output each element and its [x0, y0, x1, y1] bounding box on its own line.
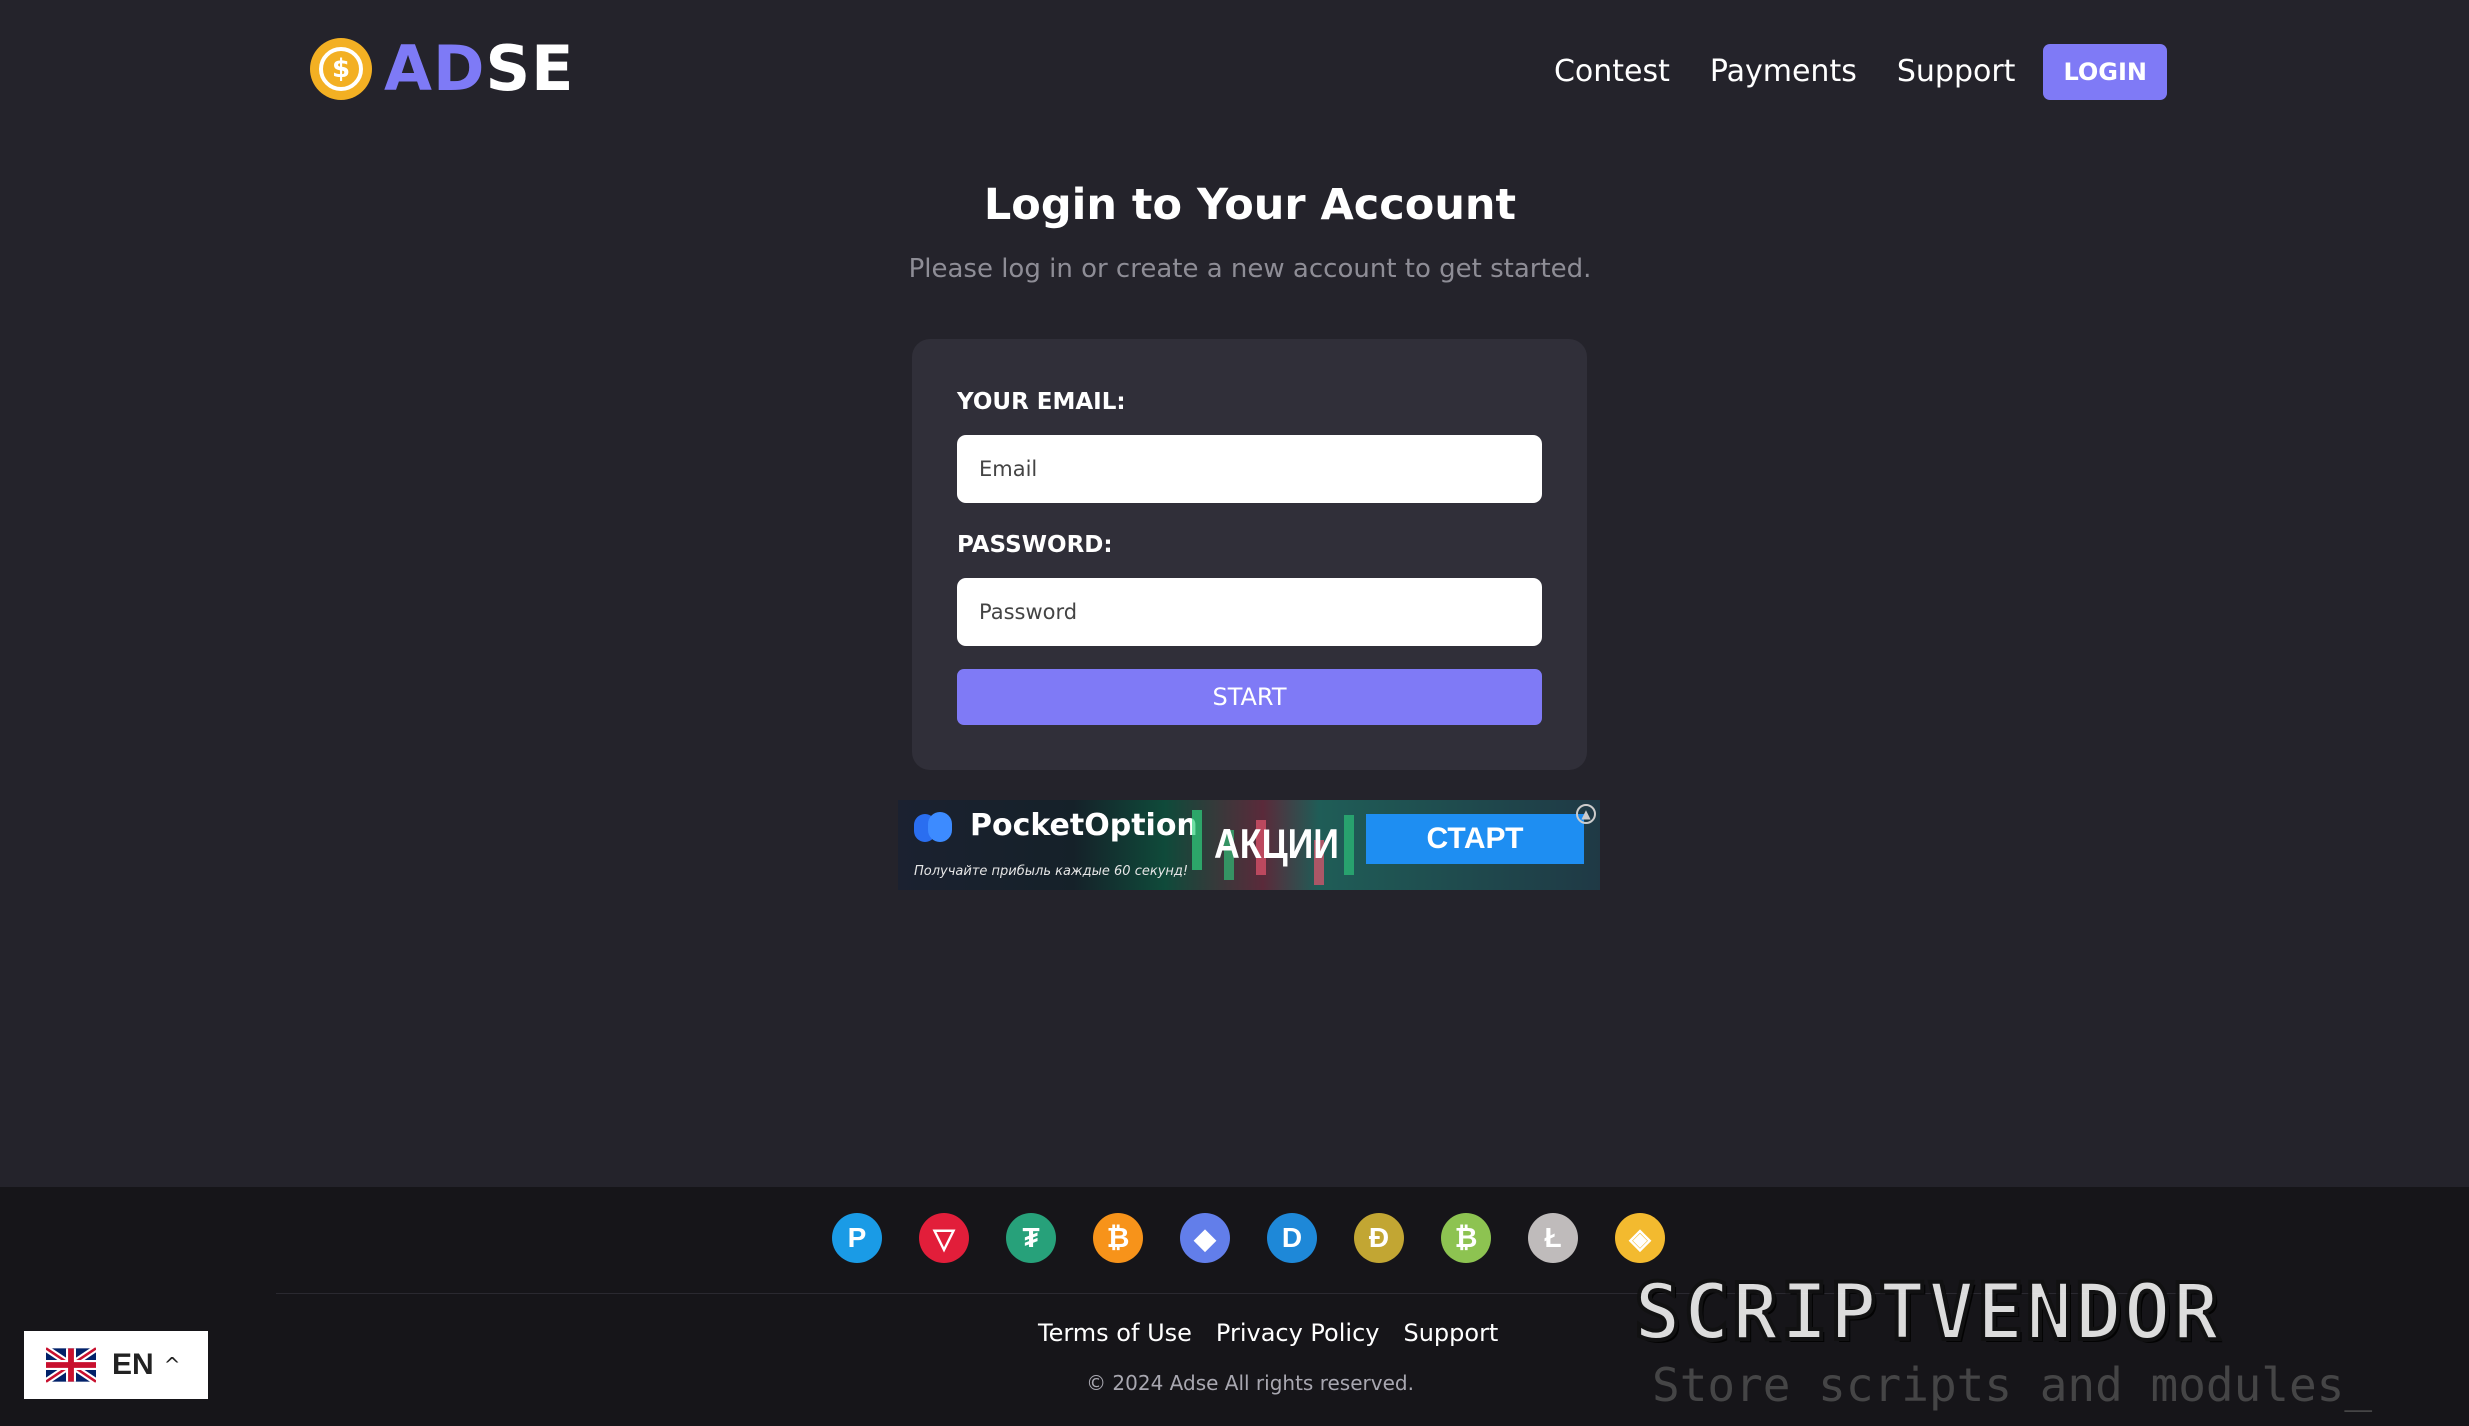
logo-prefix: AD	[384, 32, 486, 105]
footer-links: Terms of Use Privacy Policy Support	[1038, 1319, 1522, 1347]
bitcoin-icon: ₿	[1093, 1213, 1143, 1263]
crypto-icons: P ▽ ₮ ₿ ◆ D Ð ₿ Ł ◈	[832, 1213, 1702, 1263]
tron-icon: ▽	[919, 1213, 969, 1263]
ad-brand: PocketOption	[970, 808, 1198, 843]
privacy-link[interactable]: Privacy Policy	[1216, 1319, 1380, 1347]
coin-icon: $	[310, 38, 372, 100]
terms-link[interactable]: Terms of Use	[1038, 1319, 1192, 1347]
logo[interactable]: $ ADSE	[310, 38, 574, 100]
login-button[interactable]: LOGIN	[2043, 44, 2167, 100]
nav-contest[interactable]: Contest	[1554, 42, 1670, 102]
ad-promo: АКЦИИ	[1214, 820, 1339, 867]
logo-suffix: SE	[485, 32, 575, 105]
password-label: PASSWORD:	[957, 532, 1113, 558]
page: $ ADSE Contest Payments Support LOGIN Lo…	[0, 0, 2469, 1426]
tether-icon: ₮	[1006, 1213, 1056, 1263]
watermark-title: SCRIPTVENDOR	[1632, 1266, 2222, 1360]
dash-icon: D	[1267, 1213, 1317, 1263]
language-code: EN	[112, 1348, 154, 1381]
pocketoption-logo-icon	[914, 812, 952, 842]
email-field[interactable]	[957, 435, 1542, 503]
ad-banner[interactable]: PocketOption Получайте прибыль каждые 60…	[898, 800, 1600, 890]
bitcoin-cash-icon: ₿	[1441, 1213, 1491, 1263]
language-selector[interactable]: EN ^	[24, 1331, 208, 1399]
paypal-icon: P	[832, 1213, 882, 1263]
ad-tagline: Получайте прибыль каждые 60 секунд!	[914, 864, 1189, 879]
page-title: Login to Your Account	[983, 180, 1517, 230]
ad-close-icon[interactable]: ▲	[1576, 804, 1596, 824]
login-card: YOUR EMAIL: PASSWORD: START	[912, 339, 1587, 770]
page-subtitle: Please log in or create a new account to…	[908, 254, 1592, 284]
watermark-subtitle: Store scripts and modules_	[1652, 1358, 2373, 1412]
binance-icon: ◈	[1615, 1213, 1665, 1263]
logo-text: ADSE	[384, 38, 574, 100]
start-button[interactable]: START	[957, 669, 1542, 725]
nav-payments[interactable]: Payments	[1710, 42, 1857, 102]
site-header: $ ADSE Contest Payments Support LOGIN	[0, 0, 2469, 140]
litecoin-icon: Ł	[1528, 1213, 1578, 1263]
chevron-up-icon: ^	[163, 1353, 181, 1377]
uk-flag-icon	[46, 1347, 96, 1383]
dogecoin-icon: Ð	[1354, 1213, 1404, 1263]
password-field[interactable]	[957, 578, 1542, 646]
email-label: YOUR EMAIL:	[957, 389, 1126, 415]
footer-support-link[interactable]: Support	[1403, 1319, 1498, 1347]
coin-symbol: $	[319, 47, 363, 91]
ad-cta-button[interactable]: СТАРТ	[1366, 814, 1584, 864]
nav-support[interactable]: Support	[1897, 42, 2016, 102]
ethereum-icon: ◆	[1180, 1213, 1230, 1263]
main-nav: Contest Payments Support LOGIN	[1514, 42, 2167, 102]
